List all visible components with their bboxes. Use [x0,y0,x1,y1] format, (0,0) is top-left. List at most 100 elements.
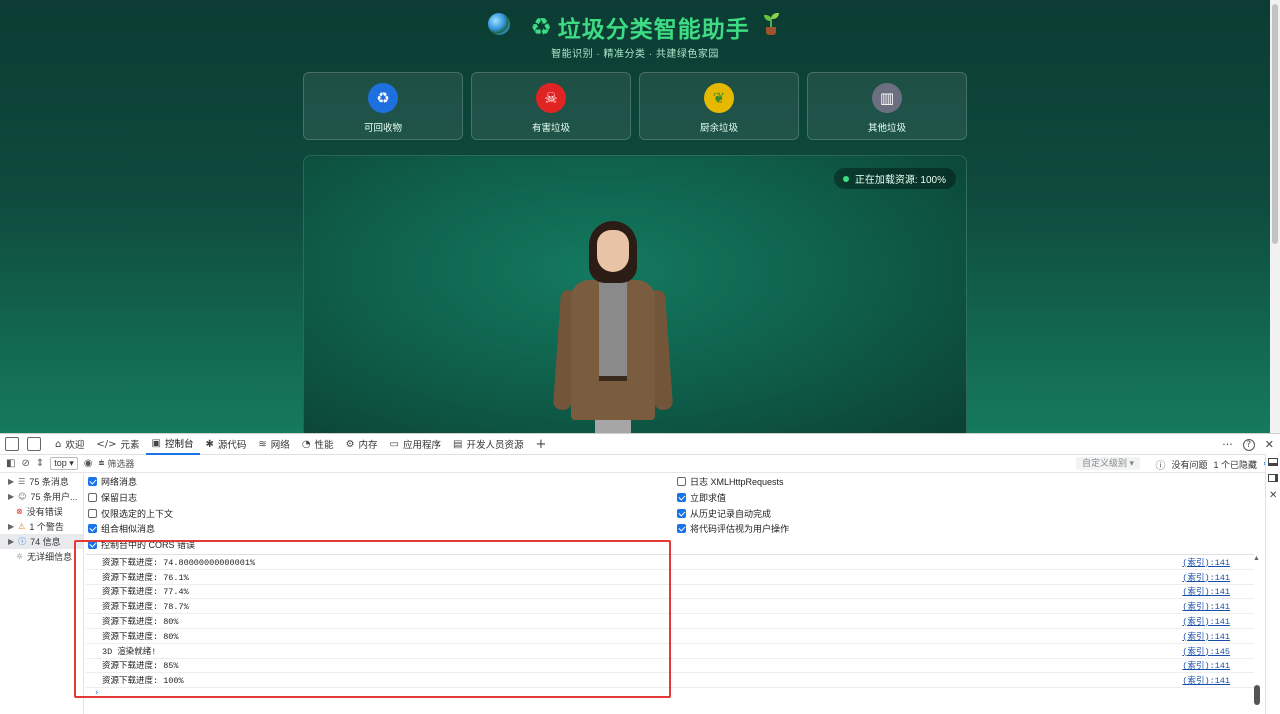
log-message: 资源下载进度: 80% [102,617,179,628]
sidebar-item-info[interactable]: ▶ ⓘ 74 信息 [0,534,83,549]
log-source-link[interactable]: (索引):141 [1182,585,1230,597]
category-card-kitchen[interactable]: ❦ 厨余垃圾 [639,72,799,140]
log-levels-dropdown[interactable]: 自定义级别 ▾ [1075,457,1140,470]
tab-memory[interactable]: ⚙ 内存 [340,434,384,455]
close-icon[interactable]: ✕ [1269,490,1277,501]
help-icon[interactable]: ? [1242,438,1255,451]
setting-log-xhr[interactable]: 日志 XMLHttpRequests [677,474,784,488]
tab-developer-resources[interactable]: ▤ 开发人员资源 [447,434,529,455]
sidebar-item-label: 无详细信息 [27,552,73,562]
no-issues-text[interactable]: 没有问题 [1172,458,1208,471]
log-source-link[interactable]: (索引):141 [1182,600,1230,612]
page-title: 垃圾分类智能助手 [557,16,750,42]
setting-label: 组合相似消息 [101,523,156,534]
sidebar-item-errors[interactable]: ⊗ 没有错误 [0,504,83,519]
log-source-link[interactable]: (索引):141 [1182,615,1230,627]
log-row: 资源下载进度: 80% (索引):141 [86,629,1254,644]
context-selector[interactable]: top ▾ [50,457,78,470]
tab-application[interactable]: ▭ 应用程序 [384,434,447,455]
tab-welcome[interactable]: ⌂ 欢迎 [49,434,90,455]
setting-label: 仅限选定的上下文 [101,508,174,519]
setting-network-messages[interactable]: 网络消息 [88,474,137,488]
setting-autocomplete-history[interactable]: 从历史记录自动完成 [677,506,771,520]
setting-selected-context-only[interactable]: 仅限选定的上下文 [88,506,173,520]
add-tab-button[interactable]: + [529,434,552,455]
loading-status-text: 正在加载资源: 100% [854,175,946,186]
close-devtools-icon[interactable]: ✕ [1265,438,1274,451]
log-message: 资源下载进度: 85% [102,661,179,672]
sidebar-item-label: 75 条用户... [30,492,78,502]
bug-icon: ✱ [205,438,214,450]
status-dot-icon [842,175,849,182]
memory-chip-icon: ⚙ [345,438,355,450]
category-card-hazardous[interactable]: ☠ 有害垃圾 [471,72,631,140]
setting-group-similar[interactable]: 组合相似消息 [88,521,155,535]
log-row: 资源下载进度: 76.1% (索引):141 [86,570,1254,585]
setting-label: 从历史记录自动完成 [690,508,772,519]
log-source-link[interactable]: (索引):141 [1182,571,1230,583]
inspect-device-icon[interactable] [5,437,19,451]
home-icon: ⌂ [55,438,62,450]
wifi-icon: ≋ [258,438,267,450]
setting-eager-eval[interactable]: 立即求值 [677,490,726,504]
tab-network[interactable]: ≋ 网络 [252,434,295,455]
console-log: 资源下载进度: 74.80000000000001% (索引):141 资源下载进… [86,554,1254,714]
plus-icon: + [535,436,547,452]
dock-bottom-icon[interactable] [1268,458,1278,466]
hidden-count: 1 个已隐藏 [1213,460,1258,470]
log-message: 3D 渲染就绪! [102,646,157,657]
tab-sources[interactable]: ✱ 源代码 [200,434,253,455]
setting-label: 保留日志 [101,492,138,503]
log-source-link[interactable]: (索引):141 [1182,659,1230,671]
setting-preserve-log[interactable]: 保留日志 [88,490,137,504]
category-label: 可回收物 [363,123,402,134]
avatar-stage[interactable]: 正在加载资源: 100% [303,155,967,433]
more-options-icon[interactable]: ··· [1222,438,1233,451]
devtools-tabbar: ⌂ 欢迎 </> 元素 ▣ 控制台 ✱ 源代码 ≋ 网络 ◔ 性能 ⚙ 内存 ▭ 应用程序 ▤ 开… [0,434,1280,455]
log-source-link[interactable]: (索引):141 [1182,556,1230,568]
log-row: 资源下载进度: 85% (索引):141 [86,659,1254,674]
setting-cors-errors[interactable]: 控制台中的 CORS 错误 [88,537,195,551]
filter-input[interactable]: ⩧ 筛选器 [99,457,1069,470]
category-label: 有害垃圾 [531,123,570,134]
sidebar-toggle-icon[interactable]: ◧ [6,458,15,469]
sidebar-item-warnings[interactable]: ▶ ⚠ 1 个警告 [0,519,83,534]
sprout-icon [760,13,782,37]
tab-label: 元素 [120,440,140,451]
clear-console-icon[interactable]: ⊘ [21,458,29,469]
sidebar-item-user-messages[interactable]: ▶ ☺ 75 条用户... [0,489,83,504]
tab-label: 控制台 [164,439,194,450]
log-source-link[interactable]: (索引):141 [1182,674,1230,686]
tab-console[interactable]: ▣ 控制台 [145,434,200,455]
recycle-icon: ♻ [368,83,398,113]
tab-elements[interactable]: </> 元素 [90,434,145,455]
log-row: 资源下载进度: 77.4% (索引):141 [86,585,1254,600]
tab-label: 源代码 [217,440,247,451]
eye-icon[interactable]: ◉ [84,458,93,469]
sidebar-item-messages[interactable]: ▶ ☰ 75 条消息 [0,474,83,489]
error-icon: ⊗ [16,507,23,516]
log-message: 资源下载进度: 74.80000000000001% [102,557,256,568]
leaf-icon: ❦ [704,83,734,113]
category-card-recyclable[interactable]: ♻ 可回收物 [303,72,463,140]
category-label: 厨余垃圾 [699,123,738,134]
gauge-icon: ◔ [301,438,311,450]
page-subtitle: 智能识别 · 精准分类 · 共建绿色家园 [551,49,719,60]
context-value: top [54,458,67,468]
sidebar-item-label: 没有错误 [26,507,63,517]
window-icon: ▭ [389,438,399,450]
sidebar-item-verbose[interactable]: ☼ 无详细信息 [0,549,83,564]
log-source-link[interactable]: (索引):145 [1182,645,1230,657]
setting-user-activation[interactable]: 将代码评估视为用户操作 [677,521,789,535]
log-scrollbar[interactable]: ▲ [1253,555,1261,705]
category-card-other[interactable]: ▥ 其他垃圾 [807,72,967,140]
tab-performance[interactable]: ◔ 性能 [296,434,340,455]
drawer-icon[interactable]: ⇕ [36,458,44,469]
filter-placeholder: 筛选器 [107,459,135,469]
device-toolbar-icon[interactable] [27,437,41,451]
console-prompt-input[interactable]: › [86,688,1254,702]
log-source-link[interactable]: (索引):141 [1182,630,1230,642]
tab-label: 开发人员资源 [466,440,524,451]
page-scrollbar[interactable] [1270,0,1280,433]
dock-side-icon[interactable] [1268,474,1278,482]
